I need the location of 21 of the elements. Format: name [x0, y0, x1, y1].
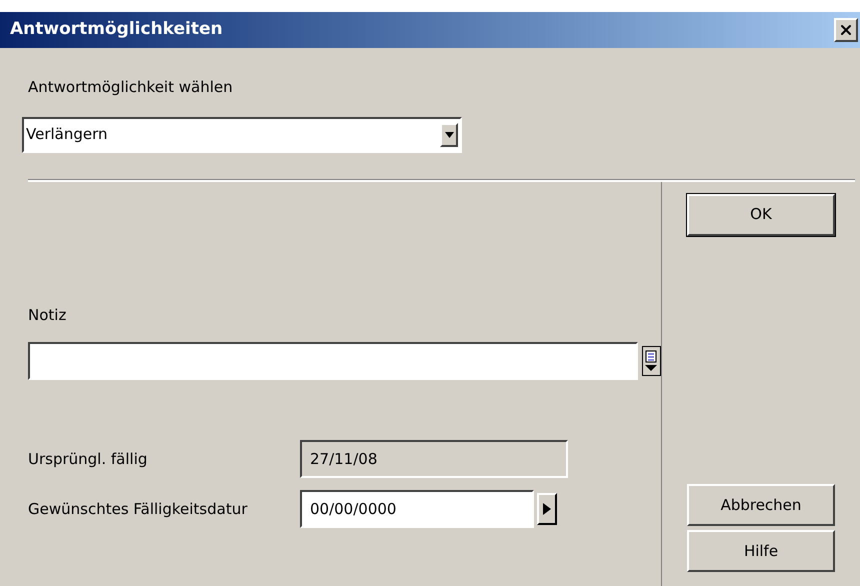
caret-icon: [444, 132, 454, 138]
dropdown-arrow-button[interactable]: [440, 122, 458, 146]
dialog-button[interactable]: OK: [687, 194, 835, 236]
dropdown-value: Verlängern: [25, 124, 108, 146]
date-field[interactable]: 27/11/08: [300, 440, 568, 478]
close-icon: [838, 22, 854, 38]
window-title: Antwortmöglichkeiten: [10, 18, 223, 42]
field-label: Ursprüngl. fällig: [28, 448, 148, 470]
dialog-button[interactable]: Hilfe: [687, 530, 835, 572]
date-field[interactable]: 00/00/0000: [300, 490, 534, 528]
date-picker-button[interactable]: [537, 493, 557, 525]
note-menu-button[interactable]: [642, 346, 661, 376]
field-label: Gewünschtes Fälligkeitsdatur: [28, 498, 248, 520]
play-icon: [543, 503, 551, 515]
field-label: Notiz: [28, 304, 68, 326]
list-dropdown-icon: [644, 349, 658, 373]
note-field[interactable]: [28, 342, 638, 380]
field-label: Antwortmöglichkeit wählen: [28, 77, 234, 98]
dropdown[interactable]: Verlängern: [22, 116, 462, 152]
close-button[interactable]: [834, 18, 858, 42]
dialog-button[interactable]: Abbrechen: [687, 484, 835, 526]
